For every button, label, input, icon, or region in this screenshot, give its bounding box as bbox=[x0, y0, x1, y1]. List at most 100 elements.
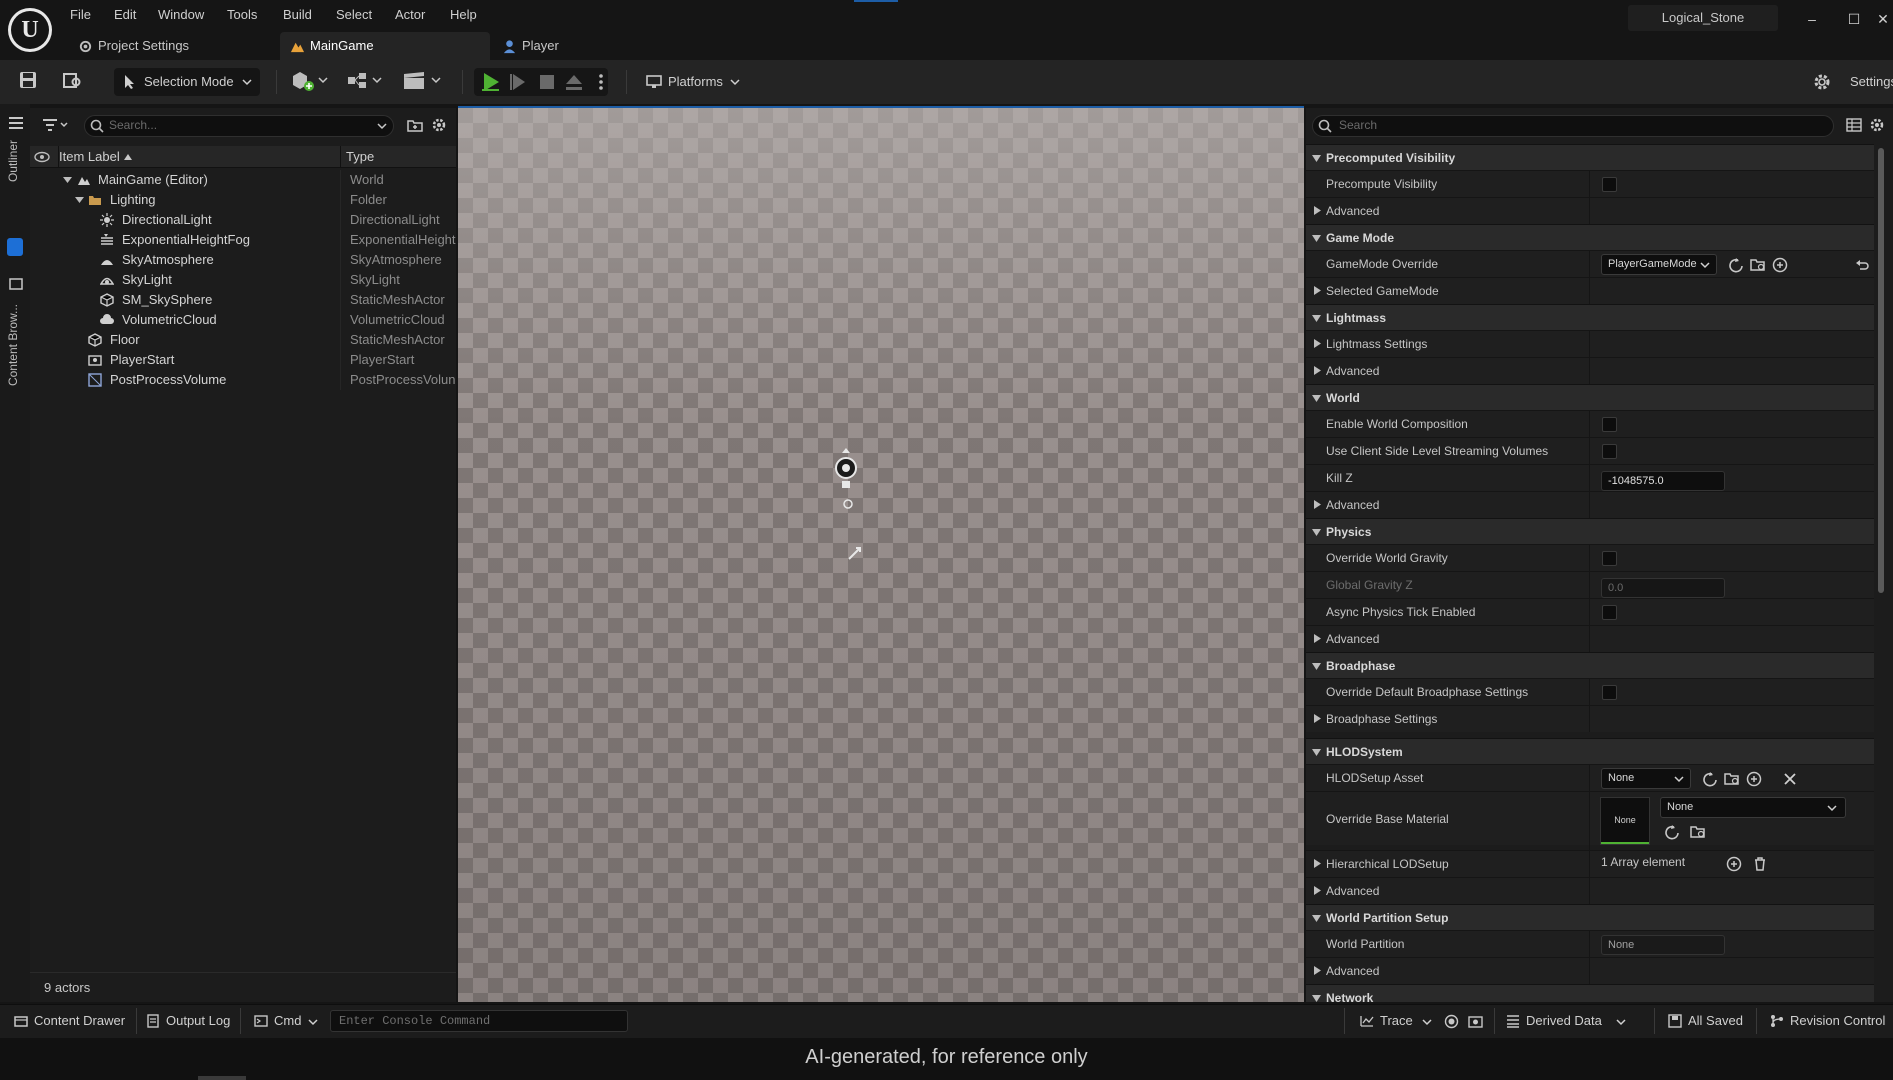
prop-advanced[interactable]: Advanced bbox=[1306, 625, 1874, 652]
precompute-visibility-checkbox[interactable] bbox=[1602, 177, 1617, 192]
column-item-label[interactable]: Item Label bbox=[59, 149, 120, 164]
step-icon[interactable] bbox=[508, 71, 530, 93]
prop-selected-gamemode[interactable]: Selected GameMode bbox=[1306, 277, 1874, 304]
column-splitter[interactable] bbox=[1589, 410, 1590, 518]
menu-file[interactable]: File bbox=[70, 5, 91, 25]
add-folder-icon[interactable] bbox=[407, 117, 423, 133]
material-thumbnail[interactable]: None bbox=[1600, 797, 1650, 845]
gear-icon[interactable] bbox=[431, 117, 447, 133]
outliner-row[interactable]: ExponentialHeightFog ExponentialHeightF bbox=[30, 230, 456, 250]
category-precomputed-visibility[interactable]: Precomputed Visibility bbox=[1306, 144, 1874, 170]
filter-icon[interactable] bbox=[42, 117, 70, 133]
prop-advanced[interactable]: Advanced bbox=[1306, 357, 1874, 384]
outliner-row[interactable]: PostProcessVolume PostProcessVolun bbox=[30, 370, 456, 390]
override-gravity-checkbox[interactable] bbox=[1602, 551, 1617, 566]
content-browser-side-tab[interactable]: Content Brow... bbox=[6, 304, 20, 386]
prop-broadphase-settings[interactable]: Broadphase Settings bbox=[1306, 705, 1874, 732]
details-scrollbar[interactable] bbox=[1878, 148, 1884, 593]
outliner-row[interactable]: Floor StaticMeshActor bbox=[30, 330, 456, 350]
output-log-button[interactable]: Output Log bbox=[146, 1004, 230, 1038]
tab-maingame[interactable]: MainGame bbox=[280, 32, 490, 60]
column-splitter[interactable] bbox=[1589, 678, 1590, 732]
add-element-icon[interactable] bbox=[1726, 856, 1742, 872]
hlod-setup-dropdown[interactable]: None bbox=[1601, 768, 1691, 789]
tab-project-settings[interactable]: Project Settings bbox=[68, 32, 278, 60]
outliner-row[interactable]: SkyLight SkyLight bbox=[30, 270, 456, 290]
kill-z-input[interactable]: -1048575.0 bbox=[1601, 471, 1725, 491]
use-selected-icon[interactable] bbox=[1664, 824, 1680, 840]
stop-icon[interactable] bbox=[536, 71, 558, 93]
outliner-row[interactable]: SM_SkySphere StaticMeshActor bbox=[30, 290, 456, 310]
player-start-gizmo-icon[interactable] bbox=[832, 446, 860, 512]
all-saved-button[interactable]: All Saved bbox=[1668, 1004, 1743, 1038]
async-physics-checkbox[interactable] bbox=[1602, 605, 1617, 620]
use-selected-icon[interactable] bbox=[1702, 771, 1718, 787]
selection-mode-dropdown[interactable]: Selection Mode bbox=[114, 68, 260, 96]
prop-advanced[interactable]: Advanced bbox=[1306, 491, 1874, 518]
gear-icon[interactable] bbox=[1869, 117, 1885, 133]
close-icon[interactable]: ✕ bbox=[1873, 9, 1893, 29]
outliner-row[interactable]: PlayerStart PlayerStart bbox=[30, 350, 456, 370]
outliner-row[interactable]: MainGame (Editor) World bbox=[30, 170, 456, 190]
play-icon[interactable] bbox=[480, 71, 502, 93]
prop-lightmass-settings[interactable]: Lightmass Settings bbox=[1306, 330, 1874, 357]
light-gizmo-icon[interactable] bbox=[846, 544, 864, 562]
details-side-icon[interactable] bbox=[7, 238, 23, 256]
minimize-icon[interactable]: – bbox=[1802, 9, 1822, 29]
maximize-icon[interactable]: ☐ bbox=[1844, 9, 1864, 29]
gamemode-override-dropdown[interactable]: PlayerGameMode bbox=[1601, 254, 1717, 275]
outliner-search-input[interactable]: Search... bbox=[84, 115, 394, 137]
prop-advanced[interactable]: Advanced bbox=[1306, 877, 1874, 904]
add-new-icon[interactable] bbox=[1772, 257, 1788, 273]
cmd-dropdown[interactable]: Cmd bbox=[252, 1004, 322, 1038]
category-physics[interactable]: Physics bbox=[1306, 518, 1874, 544]
column-splitter[interactable] bbox=[1589, 330, 1590, 384]
column-splitter[interactable] bbox=[1589, 930, 1590, 984]
add-new-icon[interactable] bbox=[1746, 771, 1762, 787]
platforms-dropdown[interactable]: Platforms bbox=[644, 68, 744, 96]
prop-advanced[interactable]: Advanced bbox=[1306, 957, 1874, 984]
outliner-side-tab[interactable]: Outliner bbox=[6, 140, 20, 182]
column-splitter[interactable] bbox=[1589, 250, 1590, 304]
save-icon[interactable] bbox=[18, 70, 38, 90]
expand-arrow-icon[interactable] bbox=[63, 176, 72, 184]
trash-icon[interactable] bbox=[1752, 856, 1768, 872]
details-search-input[interactable]: Search bbox=[1312, 115, 1834, 137]
outliner-row[interactable]: Lighting Folder bbox=[30, 190, 456, 210]
menu-window[interactable]: Window bbox=[158, 5, 204, 25]
category-world-partition-setup[interactable]: World Partition Setup bbox=[1306, 904, 1874, 930]
prop-hierarchical-lod[interactable]: Hierarchical LODSetup bbox=[1306, 850, 1874, 877]
browse-asset-icon[interactable] bbox=[1690, 824, 1706, 840]
browse-asset-icon[interactable] bbox=[1724, 771, 1740, 787]
menu-edit[interactable]: Edit bbox=[114, 5, 136, 25]
menu-help[interactable]: Help bbox=[450, 5, 477, 25]
menu-actor[interactable]: Actor bbox=[395, 5, 425, 25]
outliner-row[interactable]: SkyAtmosphere SkyAtmosphere bbox=[30, 250, 456, 270]
blueprint-menu-icon[interactable] bbox=[346, 70, 386, 92]
use-selected-icon[interactable] bbox=[1728, 257, 1744, 273]
override-broadphase-checkbox[interactable] bbox=[1602, 685, 1617, 700]
unreal-logo-icon[interactable]: U bbox=[8, 8, 52, 52]
column-type[interactable]: Type bbox=[346, 149, 374, 164]
screenshot-icon[interactable] bbox=[1468, 1014, 1483, 1029]
eject-icon[interactable] bbox=[563, 71, 585, 93]
category-lightmass[interactable]: Lightmass bbox=[1306, 304, 1874, 330]
revision-control-button[interactable]: Revision Control bbox=[1770, 1004, 1893, 1038]
menu-select[interactable]: Select bbox=[336, 5, 372, 25]
outliner-row[interactable]: VolumetricCloud VolumetricCloud bbox=[30, 310, 456, 330]
world-composition-checkbox[interactable] bbox=[1602, 417, 1617, 432]
cinematics-icon[interactable] bbox=[402, 70, 444, 92]
menu-build[interactable]: Build bbox=[283, 5, 312, 25]
more-options-icon[interactable] bbox=[596, 71, 606, 93]
content-drawer-button[interactable]: Content Drawer bbox=[12, 1004, 125, 1038]
visibility-eye-icon[interactable] bbox=[34, 151, 50, 163]
category-game-mode[interactable]: Game Mode bbox=[1306, 224, 1874, 250]
override-material-dropdown[interactable]: None bbox=[1660, 797, 1846, 818]
settings-dropdown[interactable]: Settings bbox=[1812, 68, 1893, 96]
outliner-row[interactable]: DirectionalLight DirectionalLight bbox=[30, 210, 456, 230]
prop-advanced[interactable]: Advanced bbox=[1306, 197, 1874, 224]
column-splitter[interactable] bbox=[1589, 170, 1590, 224]
console-command-input[interactable]: Enter Console Command bbox=[330, 1010, 628, 1032]
record-icon[interactable] bbox=[1444, 1014, 1459, 1029]
expand-arrow-icon[interactable] bbox=[75, 196, 84, 204]
